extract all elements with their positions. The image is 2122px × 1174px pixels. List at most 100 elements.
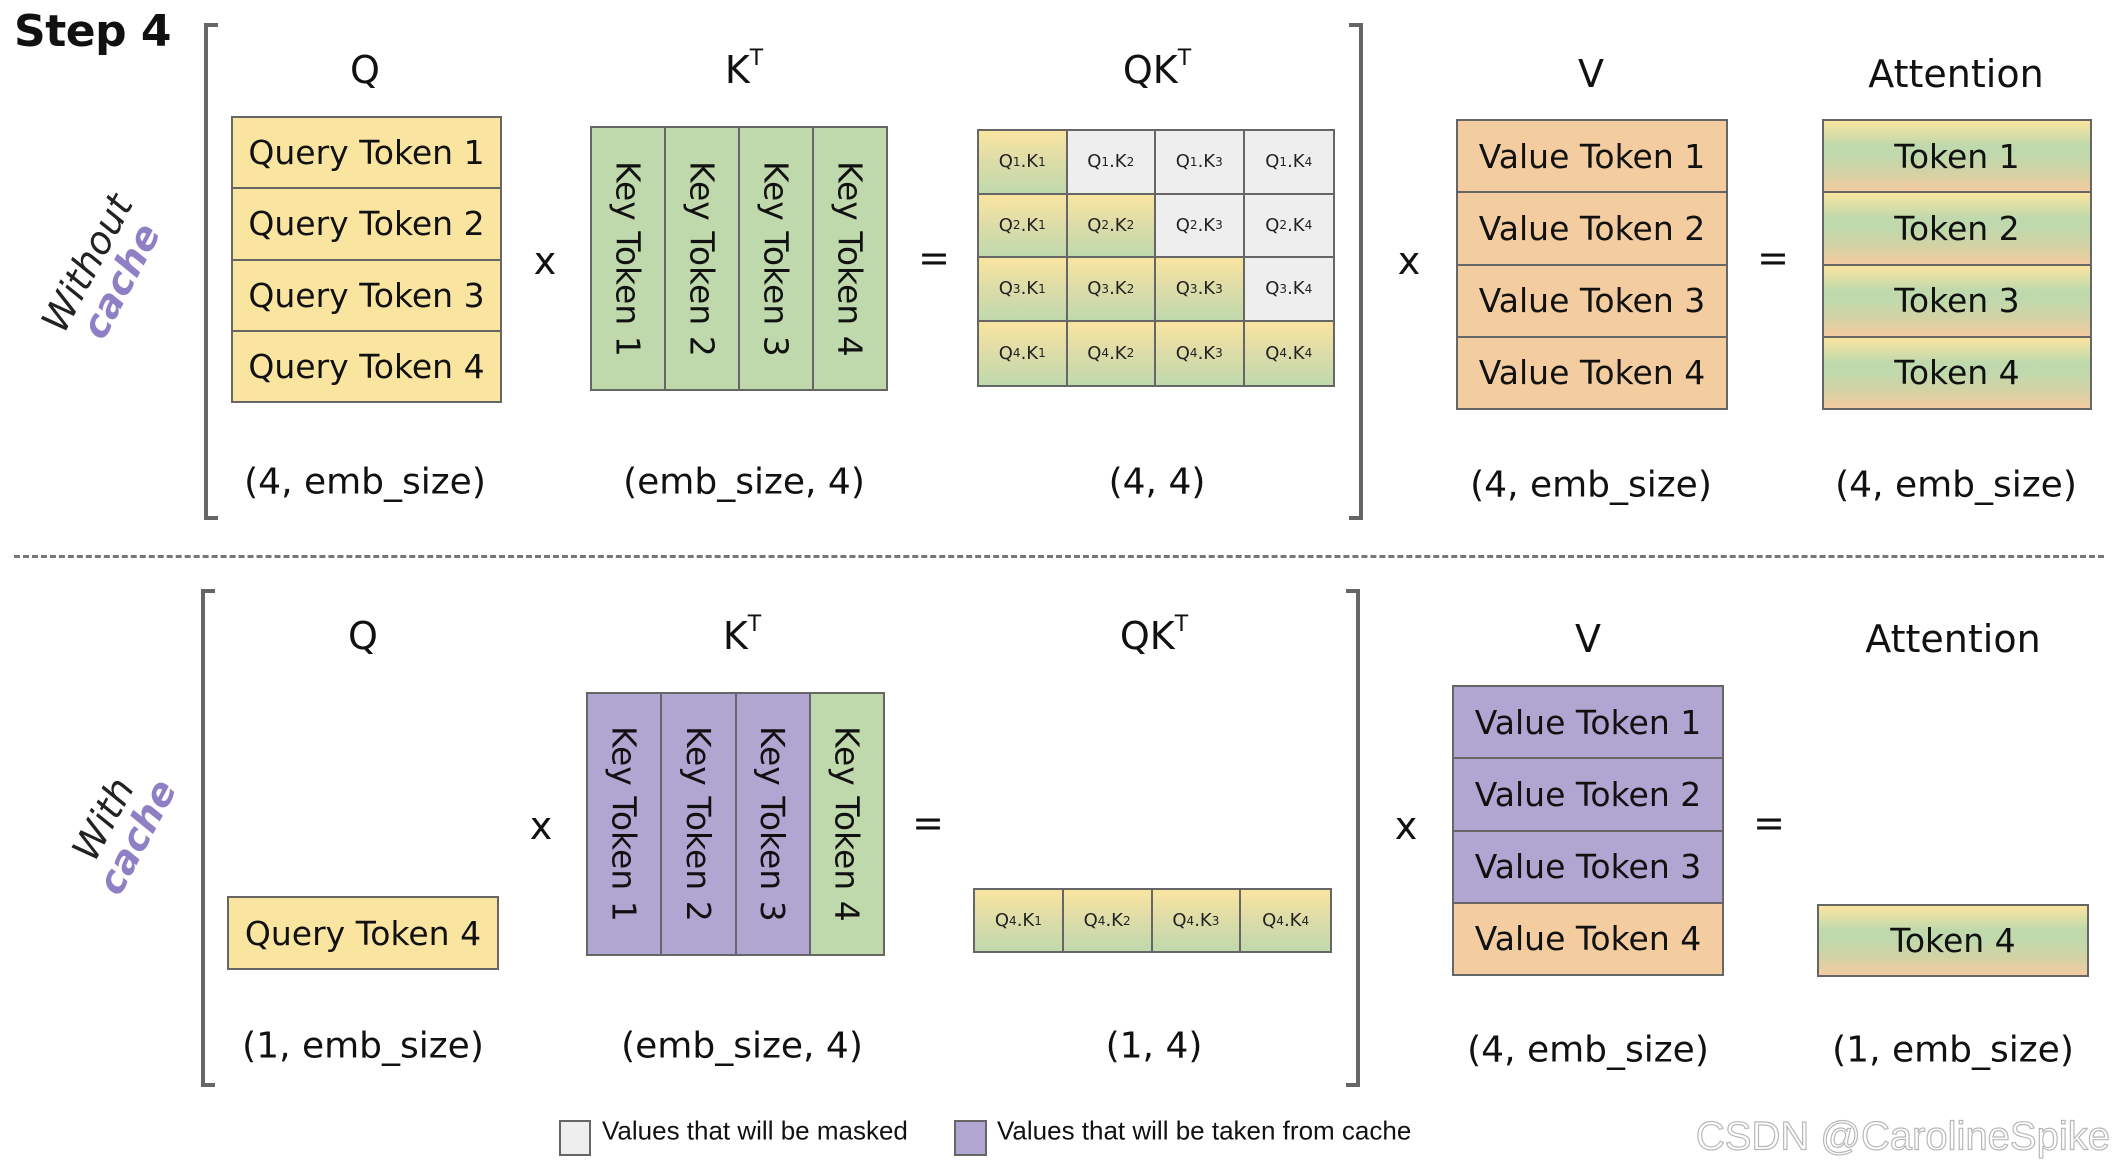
left-bracket-bottom [201,589,215,1087]
attention-token-cell: Token 4 [1824,337,2090,408]
key-token-cell: Key Token 4 [814,128,886,389]
multiply-operator: x [1397,239,1421,283]
equals-operator: = [912,801,944,845]
token-label: Token 2 [1894,208,2020,248]
attention-token-cell: Token 1 [1824,121,2090,194]
score-cell: Q 4 .K 2 [1063,890,1153,951]
key-token-cell: Key Token 2 [666,128,740,389]
attention-token-cell: Token 3 [1824,265,2090,338]
key-token-cell: Key Token 3 [736,694,811,954]
key-token-cell: Key Token 3 [740,128,814,389]
attention-shape-top: (4, emb_size) [1835,464,2077,506]
value-token-cell: Value Token 3 [1454,831,1722,904]
score-cell: Q 4 .K 2 [1067,321,1156,385]
masked-score-cell: Q 2 .K 4 [1244,194,1333,258]
value-matrix-bottom: Value Token 1 Value Token 2 Value Token 3 V… [1452,685,1724,976]
legend-swatch-cache [954,1120,987,1156]
equals-operator: = [1753,801,1785,845]
token-label: Query Token 4 [244,913,482,953]
legend-swatch-masked [559,1120,591,1156]
attention-token-cell: Token 2 [1824,193,2090,266]
query-token-cell: Query Token 3 [233,260,500,332]
masked-score-cell: Q 1 .K 2 [1067,131,1156,195]
multiply-operator: x [529,804,553,848]
kt-label-bottom: KT [723,612,762,658]
score-cell: Q 4 .K 3 [1156,321,1245,385]
token-label: Key Token 2 [678,726,718,922]
key-token-cell: Key Token 4 [810,694,883,954]
qkt-label-sup: T [1177,46,1192,72]
token-label: Value Token 3 [1474,847,1702,887]
qkt-matrix-bottom: Q 4 .K 1 Q 4 .K 2 Q 4 .K 3 Q 4 .K 4 [973,888,1332,953]
v-label-top: V [1578,52,1604,96]
v-shape-bottom: (4, emb_size) [1467,1029,1709,1071]
attention-matrix-top: Token 1 Token 2 Token 3 Token 4 [1822,119,2092,410]
token-label: Key Token 3 [756,160,796,357]
score-cell: Q 2 .K 1 [979,194,1068,258]
value-token-cell: Value Token 4 [1458,337,1726,408]
value-token-cell: Value Token 3 [1458,265,1726,338]
masked-score-cell: Q 1 .K 3 [1156,131,1245,195]
masked-score-cell: Q 1 .K 4 [1244,131,1333,195]
q-shape-top: (4, emb_size) [244,461,486,503]
token-label: Query Token 4 [248,346,485,386]
score-cell: Q 2 .K 2 [1067,194,1156,258]
token-label: Value Token 3 [1478,281,1706,321]
token-label: Key Token 1 [604,726,644,922]
attention-matrix-bottom: Token 4 [1817,904,2089,977]
token-label: Token 4 [1894,353,2020,393]
q-label-top: Q [350,48,380,92]
token-label: Query Token 1 [248,133,485,173]
section-label-without-cache: Without cache [33,187,172,356]
qkt-label-top: QKT [1122,46,1192,92]
token-label: Key Token 4 [830,160,870,357]
kt-label-sup: T [749,46,764,72]
multiply-operator: x [1394,804,1418,848]
token-label: Query Token 3 [248,275,485,315]
token-label: Token 4 [1890,921,2016,960]
equals-operator: = [1757,236,1789,280]
legend-label-masked: Values that will be masked [602,1115,908,1146]
attention-shape-bottom: (1, emb_size) [1832,1029,2074,1071]
key-token-cell: Key Token 1 [592,128,666,389]
qkt-shape-top: (4, 4) [1108,461,1206,503]
kt-label-sup: T [747,612,762,638]
token-label: Token 1 [1894,136,2020,176]
watermark: CSDN @CarolineSpike [1695,1114,2110,1159]
token-label: Value Token 2 [1474,774,1702,814]
qkt-shape-bottom: (1, 4) [1105,1025,1203,1067]
value-matrix-top: Value Token 1 Value Token 2 Value Token 3 V… [1456,119,1728,410]
key-token-cell: Key Token 2 [662,694,737,954]
section-divider [14,555,2104,558]
right-bracket-bottom [1346,589,1360,1087]
score-cell: Q 3 .K 2 [1067,258,1156,322]
token-label: Value Token 1 [1478,136,1706,176]
q-shape-bottom: (1, emb_size) [242,1025,484,1067]
score-cell: Q 3 .K 3 [1156,258,1245,322]
score-cell: Q 3 .K 1 [979,258,1068,322]
kt-label-text: K [724,48,750,92]
token-label: Query Token 2 [248,204,485,244]
query-matrix-top: Query Token 1 Query Token 2 Query Token 3 Q… [231,116,502,403]
qkt-label-text: QK [1119,614,1175,658]
multiply-operator: x [533,239,557,283]
token-label: Key Token 4 [827,726,867,922]
value-token-cell: Value Token 1 [1454,687,1722,760]
kt-shape-top: (emb_size, 4) [623,461,865,503]
attention-label-bottom: Attention [1865,617,2041,661]
value-token-cell: Value Token 2 [1454,759,1722,832]
key-matrix-bottom: Key Token 1 Key Token 2 Key Token 3 Key Tok… [586,692,885,956]
left-bracket-top [204,23,218,520]
token-label: Key Token 3 [753,726,793,922]
score-cell: Q 1 .K 1 [979,131,1068,195]
v-label-bottom: V [1575,617,1601,661]
token-label: Value Token 4 [1474,919,1702,959]
masked-score-cell: Q 2 .K 3 [1156,194,1245,258]
token-label: Value Token 4 [1478,353,1706,393]
query-token-cell: Query Token 2 [233,189,500,261]
query-matrix-bottom: Query Token 4 [227,896,499,970]
qkt-label-text: QK [1122,48,1178,92]
attention-token-cell: Token 4 [1819,906,2087,975]
value-token-cell: Value Token 1 [1458,121,1726,194]
score-cell: Q 4 .K 1 [979,321,1068,385]
